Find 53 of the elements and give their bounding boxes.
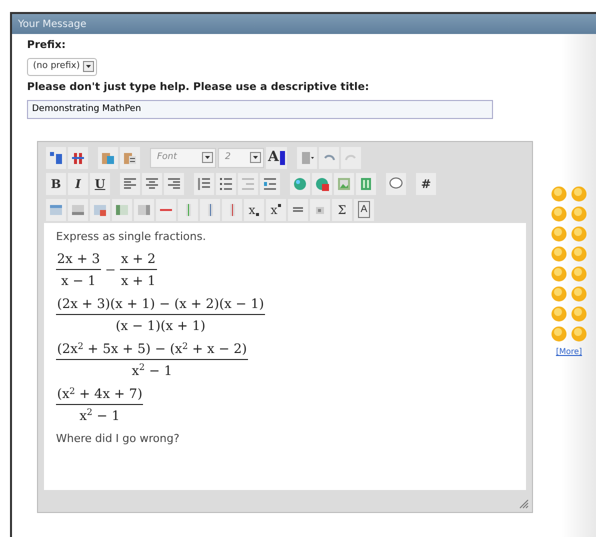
toolbar-button[interactable]: x (244, 198, 264, 220)
toolbar-button[interactable]: B (46, 172, 66, 194)
editor-text: Where did I go wrong? (56, 431, 180, 448)
smiley-icon[interactable] (551, 326, 567, 342)
align-left-icon[interactable] (122, 176, 138, 192)
globe-icon[interactable] (292, 176, 308, 192)
globe-unlink-icon[interactable] (314, 176, 330, 192)
editor-text: Express as single fractions. (56, 228, 207, 244)
smiley-icon[interactable] (571, 266, 587, 282)
fraction: (2x + 3)(x + 1) − (x + 2)(x − 1) (x − 1)(x + 1) (56, 296, 266, 336)
numbered-list-icon[interactable] (196, 176, 212, 192)
smiley-icon[interactable] (571, 246, 587, 262)
fraction: x + 2 x + 1 (120, 251, 157, 290)
toolbar-button[interactable]: Σ (332, 198, 352, 220)
table-icon[interactable] (358, 176, 374, 192)
prefix-label: Prefix: (27, 38, 67, 53)
smiley-icon[interactable] (551, 286, 567, 302)
smiley-icon[interactable] (571, 226, 587, 242)
smiley-icon[interactable] (571, 286, 587, 302)
title-input[interactable]: Demonstrating MathPen (27, 100, 493, 118)
toolbar-button[interactable]: I (68, 172, 88, 194)
smiley-icon[interactable] (551, 246, 567, 262)
smiley-icon[interactable] (571, 306, 587, 322)
toolbar-button[interactable]: A (266, 146, 287, 168)
toolbar-button[interactable]: A (354, 198, 374, 220)
comment-icon[interactable] (388, 176, 404, 192)
smiley-icon[interactable] (551, 266, 567, 282)
smiley-icon[interactable] (551, 206, 567, 222)
smiley-icon[interactable] (571, 186, 587, 202)
outdent-icon[interactable] (240, 176, 256, 192)
image-icon[interactable] (336, 176, 352, 192)
smiley-icon[interactable] (551, 226, 567, 242)
panel-title: Your Message (18, 19, 86, 30)
more-link[interactable]: [More] (556, 346, 582, 358)
toolbar-button[interactable]: # (416, 172, 436, 194)
fraction: (2x$^{2}$ + 5x + 5) − (x$^{2}$ + x − 2) x$^{2}$ − 1 (56, 341, 248, 380)
align-right-icon[interactable] (166, 176, 182, 192)
indent-icon[interactable] (262, 176, 278, 192)
smiley-icon[interactable] (571, 206, 587, 222)
smiley-icon[interactable] (571, 326, 587, 342)
prefix-dropdown[interactable]: (no prefix) (27, 58, 97, 76)
fraction: 2x + 3 x − 1 (56, 251, 102, 290)
toolbar-button[interactable]: U (90, 172, 110, 194)
math-operator: − (105, 262, 116, 280)
align-center-icon[interactable] (144, 176, 160, 192)
smiley-icon[interactable] (551, 306, 567, 322)
resize-grip-icon[interactable] (519, 498, 529, 508)
editor-content[interactable] (44, 222, 526, 490)
smiley-icon[interactable] (551, 186, 567, 202)
bullet-list-icon[interactable] (218, 176, 234, 192)
fraction: (x$^{2}$ + 4x + 7) x$^{2}$ − 1 (56, 386, 144, 426)
title-label: Please don't just type help. Please use a descriptive title: (27, 80, 370, 95)
toolbar-button[interactable]: x (266, 198, 286, 220)
